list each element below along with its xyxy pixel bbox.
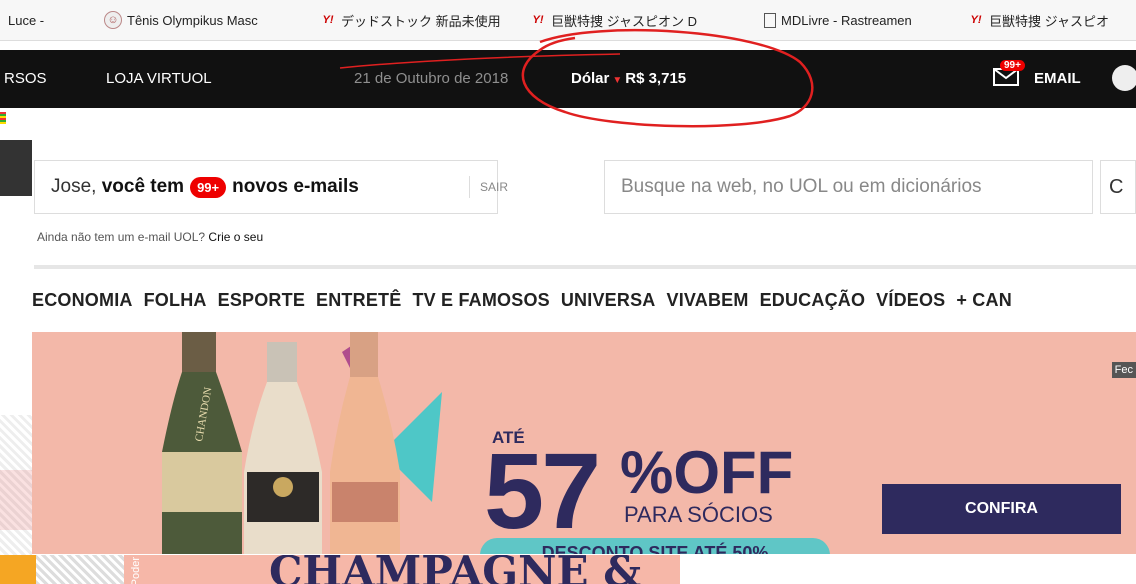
nav-item-more[interactable]: + CAN	[956, 290, 1012, 314]
confira-button[interactable]: CONFIRA	[882, 484, 1121, 534]
pattern-block	[36, 555, 124, 584]
avatar[interactable]	[1112, 65, 1136, 91]
yahoo-icon: Y!	[322, 14, 334, 26]
para-socios-label: PARA SÓCIOS	[624, 502, 773, 527]
down-arrow-icon: ▼	[612, 75, 623, 86]
champagne-headline: CHAMPAGNE &	[269, 555, 642, 584]
left-edge-dark-block	[0, 140, 32, 196]
nav-item-universa[interactable]: UNIVERSA	[561, 290, 656, 314]
nav-item-entrete[interactable]: ENTRETÊ	[316, 290, 401, 314]
you-have-text: você tem	[101, 176, 185, 197]
greeting-name: Jose,	[51, 176, 97, 197]
vertical-ad-text: Poder	[130, 557, 142, 584]
nav-item-economia[interactable]: ECONOMIA	[32, 290, 133, 314]
off-label: %OFF	[620, 439, 794, 506]
top-bar: RSOS LOJA VIRTUOL 21 de Outubro de 2018 …	[0, 50, 1136, 108]
orange-block	[0, 555, 36, 584]
section-divider	[34, 265, 1136, 269]
bookmark-label: 巨獣特捜 ジャスピオ	[989, 13, 1109, 29]
email-count-badge: 99+	[1000, 60, 1025, 71]
close-ad-button[interactable]: Fec	[1111, 362, 1136, 378]
dolar-value: R$ 3,715	[625, 70, 687, 87]
yahoo-icon: Y!	[532, 14, 544, 26]
bookmark-jaspion[interactable]: Y! 巨獣特捜 ジャスピオン D	[522, 11, 756, 30]
bookmark-label: デッドストック 新品未使用	[341, 13, 501, 29]
dolar-label: Dólar	[571, 70, 610, 87]
bookmark-luce[interactable]: Luce -	[0, 13, 96, 28]
champagne-ad[interactable]: Poder CHAMPAGNE &	[124, 555, 680, 584]
nav-item-folha[interactable]: FOLHA	[144, 290, 207, 314]
bookmark-olympikus[interactable]: ☺ Tênis Olympikus Masc	[96, 11, 312, 29]
ate-label: ATÉ	[492, 428, 525, 447]
nav-item-vivabem[interactable]: VIVABEM	[666, 290, 748, 314]
left-edge-artifact	[0, 112, 6, 124]
promo-banner[interactable]: CHANDON Fec 57 ATÉ %OFF PARA SÓCIOS CONF…	[32, 332, 1136, 554]
yahoo-icon: Y!	[970, 14, 982, 26]
bookmarks-bar: Luce - ☺ Tênis Olympikus Masc Y! デッドストック…	[0, 0, 1136, 41]
bookmark-jaspion-2[interactable]: Y! 巨獣特捜 ジャスピオ	[960, 11, 1117, 30]
page-icon	[764, 12, 776, 28]
email-count-badge: 99+	[190, 176, 227, 198]
create-account-link[interactable]: Crie o seu	[208, 230, 263, 244]
search-button[interactable]: C	[1100, 160, 1136, 214]
nav-item-esporte[interactable]: ESPORTE	[218, 290, 305, 314]
logout-button[interactable]: SAIR	[469, 176, 508, 198]
bookmark-mdlivre[interactable]: MDLivre - Rastreamen	[756, 12, 960, 28]
main-nav: ECONOMIA FOLHA ESPORTE ENTRETÊ TV E FAMO…	[32, 290, 1023, 314]
champagne-bottles-image: CHANDON	[162, 332, 442, 554]
desconto-pill: DESCONTO SITE ATÉ 50%	[480, 538, 830, 554]
left-edge-tint	[0, 470, 32, 530]
email-notice[interactable]: Jose, você tem 99+ novos e-mails SAIR	[34, 160, 508, 214]
bookmark-deadstock[interactable]: Y! デッドストック 新品未使用	[312, 11, 522, 30]
recursos-link[interactable]: RSOS	[4, 70, 47, 87]
no-account-text: Ainda não tem um e-mail UOL?	[37, 230, 206, 244]
bookmark-label: MDLivre - Rastreamen	[781, 12, 912, 28]
bookmark-label: 巨獣特捜 ジャスピオン D	[551, 13, 697, 29]
nav-item-educacao[interactable]: EDUCAÇÃO	[760, 290, 866, 314]
bookmark-label: Luce -	[8, 12, 45, 28]
email-link[interactable]: EMAIL	[1034, 70, 1081, 87]
search-input[interactable]: Busque na web, no UOL ou em dicionários	[604, 160, 1093, 214]
current-date: 21 de Outubro de 2018	[354, 70, 509, 87]
olympikus-icon: ☺	[104, 11, 122, 29]
bookmark-label: Tênis Olympikus Masc	[127, 12, 258, 28]
loja-virtual-link[interactable]: LOJA VIRTUOL	[106, 70, 212, 87]
dolar-quote[interactable]: Dólar ▼ R$ 3,715	[571, 70, 686, 87]
nav-item-tv-famosos[interactable]: TV E FAMOSOS	[412, 290, 549, 314]
nav-item-videos[interactable]: VÍDEOS	[876, 290, 945, 314]
new-emails-text: novos e-mails	[232, 176, 359, 197]
create-email-prompt: Ainda não tem um e-mail UOL? Crie o seu	[37, 230, 263, 244]
